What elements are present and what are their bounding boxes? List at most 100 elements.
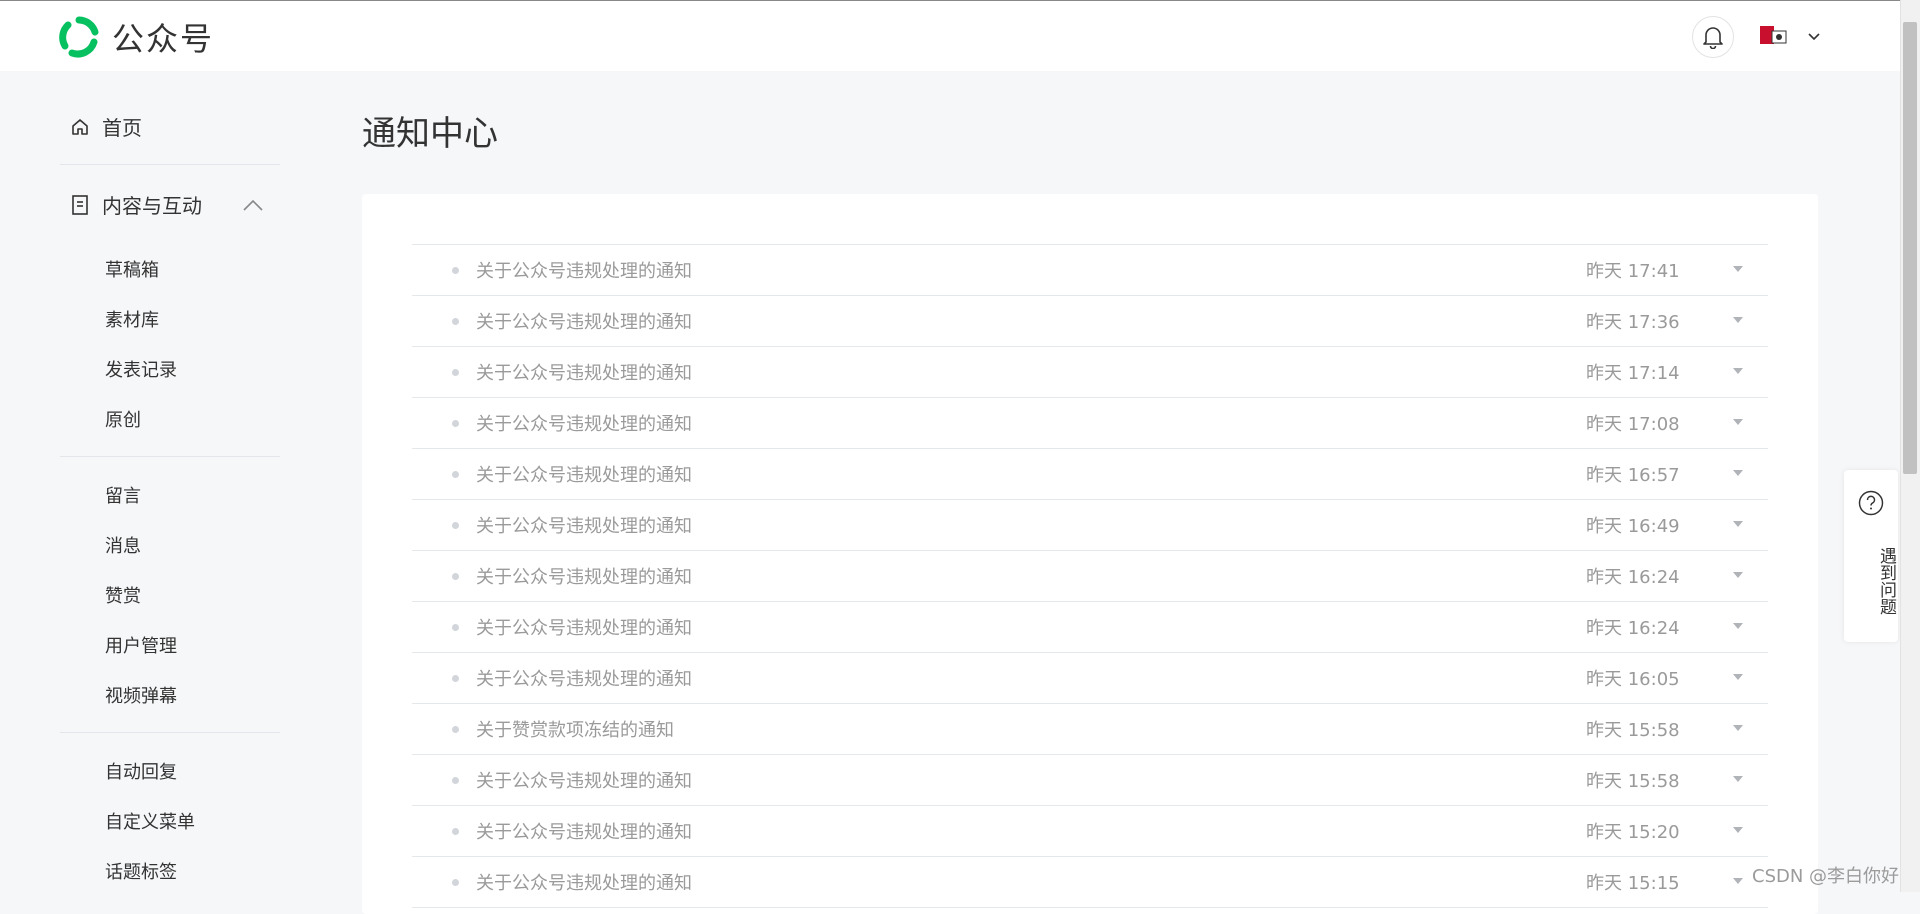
bullet-dot	[452, 369, 459, 376]
sidebar-item-appreciation[interactable]: 赞赏	[105, 582, 141, 608]
notice-title: 关于公众号违规处理的通知	[476, 261, 692, 282]
sidebar-item-users[interactable]: 用户管理	[105, 632, 177, 658]
notice-row[interactable]: 关于公众号违规处理的通知 昨天 15:20	[412, 806, 1768, 857]
sidebar-item-publish-records[interactable]: 发表记录	[105, 356, 177, 382]
sidebar-item-label: 首页	[102, 116, 142, 140]
notice-title: 关于公众号违规处理的通知	[476, 822, 692, 843]
notice-row[interactable]: 关于赞赏款项冻结的通知 昨天 15:58	[412, 704, 1768, 755]
notice-title: 关于公众号违规处理的通知	[476, 363, 692, 384]
sidebar-item-topic-tags[interactable]: 话题标签	[105, 858, 177, 884]
sidebar-item-drafts[interactable]: 草稿箱	[105, 256, 159, 282]
notice-title: 关于赞赏款项冻结的通知	[476, 720, 674, 741]
caret-down-icon[interactable]	[1732, 826, 1744, 834]
notice-title: 关于公众号违规处理的通知	[476, 414, 692, 435]
sidebar-item-custom-menu[interactable]: 自定义菜单	[105, 808, 195, 834]
notice-list: 关于公众号违规处理的通知 昨天 17:41 关于公众号违规处理的通知 昨天 17:3…	[412, 244, 1768, 908]
caret-down-icon[interactable]	[1732, 469, 1744, 477]
sidebar-section-content[interactable]: 内容与互动	[70, 190, 276, 219]
sidebar-section-label: 内容与互动	[102, 194, 202, 218]
notice-title: 关于公众号违规处理的通知	[476, 516, 692, 537]
chevron-down-icon	[1808, 33, 1820, 41]
bullet-dot	[452, 777, 459, 784]
divider	[60, 456, 280, 457]
notice-row[interactable]: 关于公众号违规处理的通知 昨天 16:49	[412, 500, 1768, 551]
bullet-dot	[452, 726, 459, 733]
caret-down-icon[interactable]	[1732, 775, 1744, 783]
notice-time: 昨天 17:14	[1586, 363, 1680, 384]
notice-row[interactable]: 关于公众号违规处理的通知 昨天 17:08	[412, 398, 1768, 449]
bullet-dot	[452, 879, 459, 886]
divider	[60, 164, 280, 165]
caret-down-icon[interactable]	[1732, 673, 1744, 681]
sidebar-item-home[interactable]: 首页	[70, 112, 142, 141]
sidebar-item-original[interactable]: 原创	[105, 406, 141, 432]
notice-time: 昨天 15:15	[1586, 873, 1680, 894]
help-label: 遇到问题	[1876, 547, 1896, 615]
notification-button[interactable]	[1692, 16, 1734, 58]
notice-time: 昨天 16:05	[1586, 669, 1680, 690]
notice-row[interactable]: 关于公众号违规处理的通知 昨天 15:58	[412, 755, 1768, 806]
notice-row[interactable]: 关于公众号违规处理的通知 昨天 16:05	[412, 653, 1768, 704]
scrollbar-thumb[interactable]	[1903, 22, 1917, 474]
sidebar: 首页 内容与互动 草稿箱 素材库 发表记录 原创 留言 消息 赞赏 用户管理 视…	[0, 70, 300, 892]
notice-time: 昨天 16:49	[1586, 516, 1680, 537]
notice-card: 关于公众号违规处理的通知 昨天 17:41 关于公众号违规处理的通知 昨天 17:3…	[362, 194, 1818, 914]
notice-title: 关于公众号违规处理的通知	[476, 312, 692, 333]
brand-name: 公众号	[112, 20, 215, 58]
caret-down-icon[interactable]	[1732, 316, 1744, 324]
notice-row[interactable]: 关于公众号违规处理的通知 昨天 15:15	[412, 857, 1768, 908]
notice-time: 昨天 16:57	[1586, 465, 1680, 486]
caret-down-icon[interactable]	[1732, 367, 1744, 375]
notice-title: 关于公众号违规处理的通知	[476, 465, 692, 486]
divider	[60, 732, 280, 733]
bullet-dot	[452, 420, 459, 427]
notice-time: 昨天 17:41	[1586, 261, 1680, 282]
bell-icon	[1703, 27, 1723, 49]
caret-down-icon[interactable]	[1732, 877, 1744, 885]
caret-down-icon[interactable]	[1732, 622, 1744, 630]
sidebar-item-messages[interactable]: 消息	[105, 532, 141, 558]
notice-time: 昨天 15:58	[1586, 771, 1680, 792]
notice-title: 关于公众号违规处理的通知	[476, 618, 692, 639]
bullet-dot	[452, 318, 459, 325]
notice-time: 昨天 15:20	[1586, 822, 1680, 843]
notice-row[interactable]: 关于公众号违规处理的通知 昨天 16:57	[412, 449, 1768, 500]
caret-down-icon[interactable]	[1732, 418, 1744, 426]
notice-time: 昨天 15:58	[1586, 720, 1680, 741]
watermark: CSDN @李白你好	[1752, 866, 1900, 887]
notice-title: 关于公众号违规处理的通知	[476, 567, 692, 588]
sidebar-item-video-danmaku[interactable]: 视频弹幕	[105, 682, 177, 708]
wechat-official-logo-icon	[59, 16, 99, 58]
brand[interactable]: 公众号	[58, 15, 214, 59]
notice-time: 昨天 17:08	[1586, 414, 1680, 435]
question-circle-icon	[1858, 490, 1884, 516]
notice-time: 昨天 16:24	[1586, 567, 1680, 588]
notice-row[interactable]: 关于公众号违规处理的通知 昨天 16:24	[412, 602, 1768, 653]
chevron-up-icon[interactable]	[242, 198, 264, 212]
notice-time: 昨天 17:36	[1586, 312, 1680, 333]
sidebar-item-auto-reply[interactable]: 自动回复	[105, 758, 177, 784]
notice-time: 昨天 16:24	[1586, 618, 1680, 639]
notice-row[interactable]: 关于公众号违规处理的通知 昨天 17:14	[412, 347, 1768, 398]
caret-down-icon[interactable]	[1732, 520, 1744, 528]
notice-title: 关于公众号违规处理的通知	[476, 669, 692, 690]
notice-row[interactable]: 关于公众号违规处理的通知 昨天 17:41	[412, 245, 1768, 296]
top-bar: 公众号	[0, 0, 1900, 71]
bullet-dot	[452, 267, 459, 274]
caret-down-icon[interactable]	[1732, 724, 1744, 732]
bullet-dot	[452, 828, 459, 835]
sidebar-item-materials[interactable]: 素材库	[105, 306, 159, 332]
bullet-dot	[452, 471, 459, 478]
notice-row[interactable]: 关于公众号违规处理的通知 昨天 16:24	[412, 551, 1768, 602]
avatar	[1760, 26, 1787, 44]
bullet-dot	[452, 624, 459, 631]
caret-down-icon[interactable]	[1732, 265, 1744, 273]
notice-row[interactable]: 关于公众号违规处理的通知 昨天 17:36	[412, 296, 1768, 347]
caret-down-icon[interactable]	[1732, 571, 1744, 579]
account-menu[interactable]	[1758, 23, 1822, 49]
page-title: 通知中心	[362, 114, 498, 154]
sidebar-item-comments[interactable]: 留言	[105, 482, 141, 508]
home-icon	[72, 118, 88, 135]
help-widget[interactable]: 遇到问题	[1844, 470, 1898, 642]
document-icon	[72, 194, 88, 215]
